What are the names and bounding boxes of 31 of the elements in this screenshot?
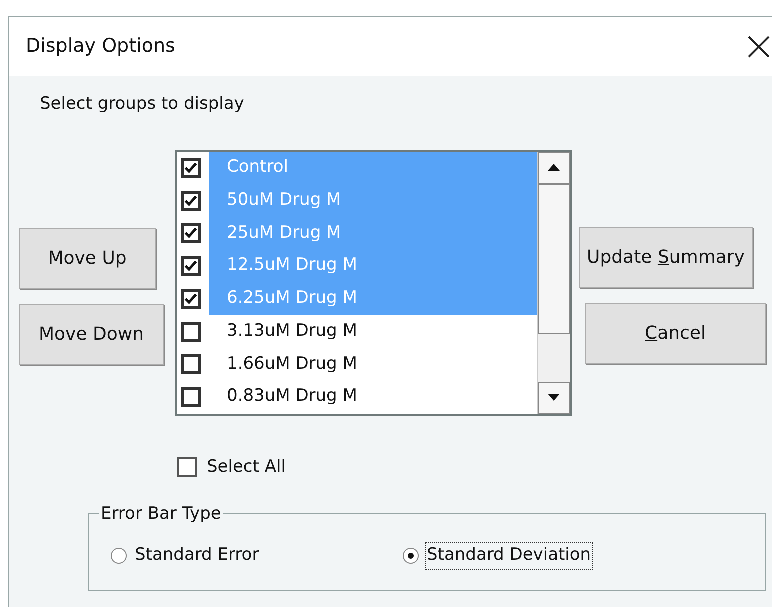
close-icon[interactable] — [748, 36, 770, 58]
checkbox[interactable] — [181, 387, 201, 408]
scroll-down-icon[interactable] — [548, 394, 560, 401]
checkbox[interactable] — [181, 322, 201, 342]
checkbox[interactable] — [181, 190, 201, 211]
check-icon — [184, 292, 198, 306]
prompt-text: Select groups to display — [40, 94, 244, 114]
dialog-button[interactable]: Cancel — [585, 302, 766, 364]
radio-label[interactable]: Standard Error — [133, 542, 262, 570]
checkbox[interactable] — [181, 288, 201, 309]
group-list[interactable]: Control 50uM Drug M 25uM Drug M 12.5uM Drug M 6.25uM Drug M 3.13uM Drug M 1.66uM Drug M 0.83uM Drug M — [175, 150, 572, 416]
scrollbar[interactable] — [537, 152, 570, 414]
radio-label[interactable]: Standard Deviation — [425, 542, 594, 570]
check-icon — [184, 259, 198, 274]
check-icon — [184, 194, 198, 208]
radio-button[interactable] — [111, 548, 127, 564]
checkbox[interactable] — [181, 256, 201, 276]
checkbox[interactable] — [181, 158, 201, 178]
checkbox[interactable] — [181, 223, 201, 244]
check-icon — [184, 160, 198, 175]
select-all-label[interactable]: Select All — [207, 454, 286, 480]
dialog-button[interactable]: Update Summary — [579, 226, 753, 288]
checkbox[interactable] — [177, 457, 197, 478]
scroll-up-icon[interactable] — [548, 164, 560, 171]
checkbox[interactable] — [181, 354, 201, 374]
radio-button[interactable] — [403, 548, 419, 564]
window-title: Display Options — [26, 34, 176, 60]
dialog-button[interactable]: Move Up — [19, 228, 156, 288]
dialog-button[interactable]: Move Down — [19, 304, 164, 364]
scroll-thumb[interactable] — [538, 184, 570, 334]
check-icon — [184, 226, 198, 240]
